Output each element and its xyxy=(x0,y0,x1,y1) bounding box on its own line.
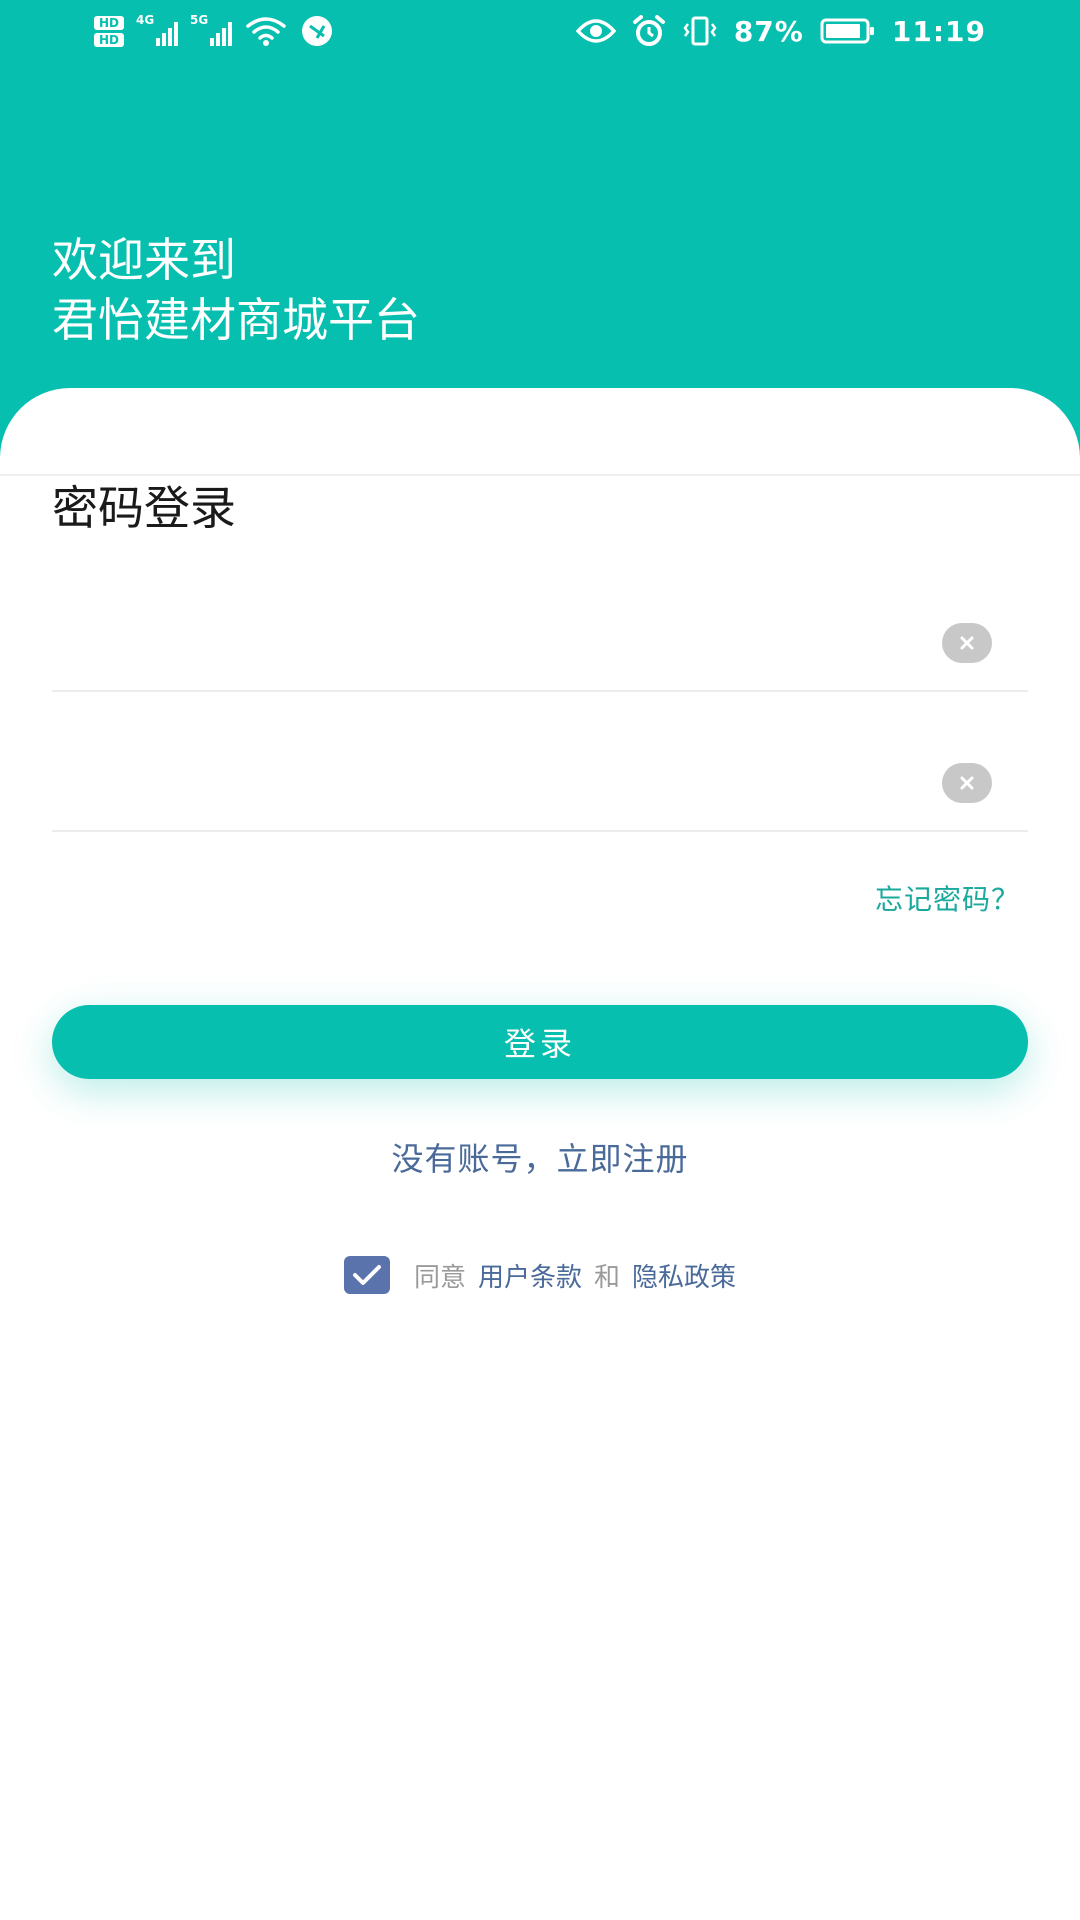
hd-badge-2: HD xyxy=(94,32,124,47)
welcome-text: 欢迎来到 君怡建材商城平台 xyxy=(52,230,420,350)
terms-link[interactable]: 用户条款 xyxy=(478,1257,582,1294)
agreement-row: 同意 用户条款 和 隐私政策 xyxy=(0,1256,1080,1294)
signal-5g-icon: 5G xyxy=(190,13,232,46)
battery-percentage: 87% xyxy=(733,14,804,48)
agree-checkbox[interactable] xyxy=(343,1256,390,1294)
status-bar: HD HD 4G 5G 87% 11:19 xyxy=(0,0,1080,60)
forgot-password-link[interactable]: 忘记密码？ xyxy=(875,878,1020,918)
data-saver-icon xyxy=(302,16,332,46)
check-icon xyxy=(352,1265,381,1285)
close-icon xyxy=(960,776,974,790)
clock: 11:19 xyxy=(891,14,986,48)
clear-account-button[interactable] xyxy=(942,623,992,663)
eye-comfort-icon xyxy=(575,19,616,43)
status-left: HD HD 4G 5G xyxy=(94,8,334,54)
battery-icon xyxy=(820,18,874,44)
vibrate-icon xyxy=(683,16,717,46)
password-input[interactable] xyxy=(52,760,916,812)
agree-text: 同意 xyxy=(413,1262,466,1293)
privacy-link[interactable]: 隐私政策 xyxy=(632,1257,736,1294)
welcome-line-1: 欢迎来到 xyxy=(52,233,236,287)
welcome-line-2: 君怡建材商城平台 xyxy=(52,293,420,347)
sheet-divider xyxy=(0,474,1080,476)
page-title: 密码登录 xyxy=(52,481,236,535)
status-right: 87% 11:19 xyxy=(575,8,986,54)
signal-4g-icon: 4G xyxy=(136,13,178,46)
close-icon xyxy=(960,636,974,650)
clear-password-button[interactable] xyxy=(942,763,992,803)
wifi-icon xyxy=(246,17,286,46)
login-button[interactable]: 登录 xyxy=(52,1005,1028,1079)
net-type-1: 4G xyxy=(136,13,155,27)
and-text: 和 xyxy=(594,1262,621,1293)
alarm-icon xyxy=(632,15,665,46)
net-type-2: 5G xyxy=(190,13,209,27)
hd-badge-1: HD xyxy=(94,15,124,30)
account-field xyxy=(52,600,1028,692)
password-field xyxy=(52,740,1028,832)
account-input[interactable] xyxy=(52,620,916,672)
hd-indicators: HD HD xyxy=(94,15,124,47)
register-link[interactable]: 没有账号，立即注册 xyxy=(0,1134,1080,1180)
